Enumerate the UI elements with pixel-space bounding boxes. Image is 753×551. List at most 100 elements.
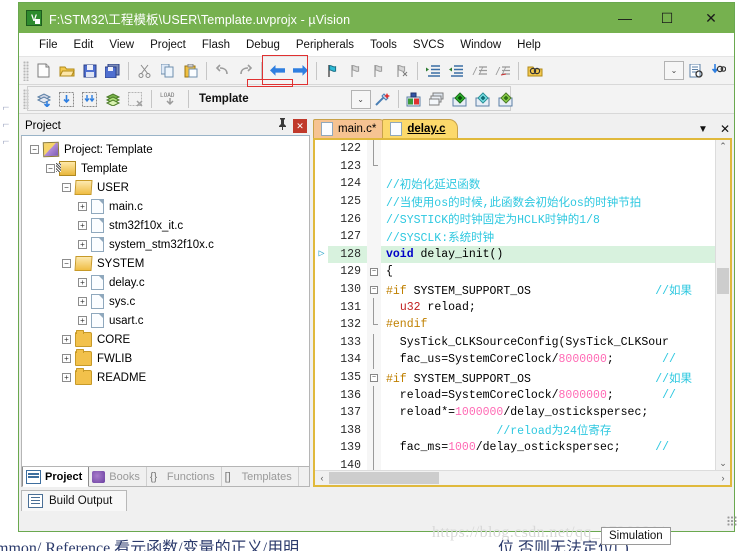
breakpoint-gutter[interactable] [315,369,328,387]
code-line-136[interactable]: 136 reload=SystemCoreClock/8000000; // [315,386,715,404]
undo-button[interactable] [211,60,234,82]
menu-svcs[interactable]: SVCS [405,36,452,54]
cut-button[interactable] [133,60,156,82]
tree-expander[interactable]: − [30,145,39,154]
fold-collapse-icon[interactable]: − [370,268,378,276]
tree-item-fwlib[interactable]: +FWLIB [22,349,309,368]
tree-item-system-stm32f10x-c[interactable]: +system_stm32f10x.c [22,235,309,254]
editor-tab-main-c[interactable]: main.c* [313,119,388,138]
pack-installer-button[interactable] [472,88,495,110]
bookmark-toggle-button[interactable] [321,60,344,82]
fold-gutter[interactable] [367,158,381,176]
tree-expander[interactable]: − [62,183,71,192]
code-line-138[interactable]: 138 //reload为24位寄存 [315,422,715,440]
select-software-packs-button[interactable] [495,88,518,110]
code-line-132[interactable]: 132#endif [315,316,715,334]
tree-expander[interactable]: + [78,221,87,230]
manage-multi-project-button[interactable] [426,88,449,110]
tree-item-system[interactable]: −SYSTEM [22,254,309,273]
new-file-button[interactable] [32,60,55,82]
editor-tab-list-dropdown-icon[interactable]: ▼ [698,124,708,135]
batch-build-button[interactable] [101,88,124,110]
bookmark-next-button[interactable] [367,60,390,82]
tree-item-usart-c[interactable]: +usart.c [22,311,309,330]
window-resize-grip-icon[interactable] [727,516,737,526]
breakpoint-gutter[interactable] [315,334,328,352]
code-line-134[interactable]: 134 fac_us=SystemCoreClock/8000000; // [315,351,715,369]
menu-debug[interactable]: Debug [238,36,288,54]
menu-file[interactable]: File [31,36,66,54]
tree-expander[interactable]: + [62,335,71,344]
code-line-133[interactable]: 133 SysTick_CLKSourceConfig(SysTick_CLKS… [315,334,715,352]
copy-button[interactable] [156,60,179,82]
scroll-right-arrow-icon[interactable]: › [716,473,730,483]
code-line-128[interactable]: ▷128void delay_init() [315,246,715,264]
project-tree[interactable]: −Project: Template−Template−USER+main.c+… [21,136,310,467]
redo-button[interactable] [234,60,257,82]
menu-tools[interactable]: Tools [362,36,405,54]
current-statement-arrow-icon[interactable]: ▷ [315,246,328,264]
code-line-135[interactable]: 135−#if SYSTEM_SUPPORT_OS //如果 [315,369,715,387]
horizontal-scroll-thumb[interactable] [329,472,439,484]
target-selector-dropdown[interactable]: ⌄ [351,90,371,109]
fold-gutter[interactable] [367,210,381,228]
breakpoint-gutter[interactable] [315,263,328,281]
breakpoint-gutter[interactable] [315,422,328,440]
tree-expander[interactable]: + [78,240,87,249]
editor-vertical-scrollbar[interactable]: ⌃ ⌄ [715,140,730,470]
fold-gutter[interactable] [367,298,381,316]
pin-icon[interactable] [277,118,288,133]
navigate-forward-button[interactable] [289,60,312,82]
fold-gutter[interactable] [367,351,381,369]
fold-collapse-icon[interactable]: − [370,374,378,382]
menu-peripherals[interactable]: Peripherals [288,36,362,54]
fold-gutter[interactable] [367,175,381,193]
fold-gutter[interactable] [367,193,381,211]
tree-item-readme[interactable]: +README [22,368,309,387]
open-file-button[interactable] [55,60,78,82]
tree-expander[interactable]: + [78,202,87,211]
breakpoint-gutter[interactable] [315,281,328,299]
vertical-scroll-thumb[interactable] [717,268,729,294]
tree-item-stm32f10x-it-c[interactable]: +stm32f10x_it.c [22,216,309,235]
tree-expander[interactable]: − [62,259,71,268]
build-output-tab[interactable]: Build Output [21,490,127,511]
maximize-button[interactable]: ☐ [646,3,688,33]
code-line-122[interactable]: 122 [315,140,715,158]
code-text-area[interactable]: 122123124//初始化延迟函数125//当使用os的时候,此函数会初始化o… [315,140,715,470]
translate-file-button[interactable] [32,88,55,110]
breakpoint-gutter[interactable] [315,316,328,334]
fold-gutter[interactable] [367,246,381,264]
toolbar-grip-icon[interactable] [23,61,29,81]
code-line-129[interactable]: 129−{ [315,263,715,281]
configuration-wizard-button[interactable] [684,60,707,82]
fold-gutter[interactable] [367,316,381,334]
paste-button[interactable] [179,60,202,82]
project-pane-close-button[interactable]: ✕ [293,119,307,133]
tab-books[interactable]: Books [89,467,147,486]
menu-edit[interactable]: Edit [66,36,102,54]
indent-decrease-button[interactable] [445,60,468,82]
fold-gutter[interactable]: − [367,281,381,299]
menu-window[interactable]: Window [452,36,509,54]
navigate-backward-button[interactable] [266,60,289,82]
manage-project-items-button[interactable] [403,88,426,110]
breakpoint-gutter[interactable] [315,457,328,470]
breakpoint-gutter[interactable] [315,158,328,176]
close-button[interactable]: ✕ [688,3,734,33]
fold-gutter[interactable] [367,140,381,158]
tree-item-sys-c[interactable]: +sys.c [22,292,309,311]
bookmark-previous-button[interactable] [344,60,367,82]
tab-project[interactable]: Project [22,466,89,487]
breakpoint-gutter[interactable] [315,140,328,158]
editor-tab-delay-c[interactable]: delay.c [382,119,457,138]
find-in-files-button[interactable] [523,60,546,82]
breakpoint-gutter[interactable] [315,298,328,316]
menu-view[interactable]: View [101,36,142,54]
bookmark-clear-button[interactable] [390,60,413,82]
code-line-125[interactable]: 125//当使用os的时候,此函数会初始化os的时钟节拍 [315,193,715,211]
menu-help[interactable]: Help [509,36,549,54]
breakpoint-gutter[interactable] [315,386,328,404]
fold-gutter[interactable] [367,439,381,457]
tab-templates[interactable]: [] Templates [222,467,299,486]
